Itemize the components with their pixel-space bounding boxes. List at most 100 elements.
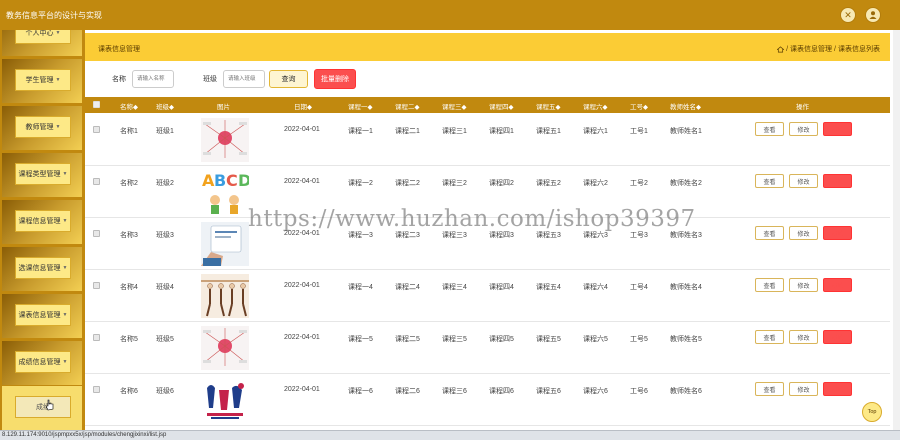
row-checkbox[interactable] [93, 334, 100, 341]
row-thumbnail [201, 326, 249, 370]
row-checkbox[interactable] [93, 230, 100, 237]
view-button[interactable]: 查看 [755, 226, 784, 240]
sidebar-item-timetable[interactable]: 课表信息管理 ▼ [2, 294, 82, 338]
status-bar: 8.129.11.174:9010/jspmpxx5x/jsp/modules/… [0, 430, 900, 440]
row-thumbnail [201, 274, 249, 318]
tools-icon[interactable]: ✕ [840, 7, 856, 23]
col-course5[interactable]: 课程五◆ [536, 101, 561, 111]
col-class[interactable]: 班级◆ [156, 101, 174, 111]
row-thumbnail: ABCD [201, 170, 249, 214]
vertical-scrollbar[interactable] [893, 30, 900, 430]
table-row: 名称5 班级5 2022-04-01 课程一5 课程二5 课程三5 课程四5 课… [85, 322, 890, 374]
user-icon[interactable] [865, 7, 881, 23]
cell-course4: 课程四2 [489, 180, 514, 187]
view-button[interactable]: 查看 [755, 278, 784, 292]
col-image: 图片 [217, 104, 230, 111]
col-course6[interactable]: 课程六◆ [583, 101, 608, 111]
view-button[interactable]: 查看 [755, 330, 784, 344]
cell-teacher: 教师姓名2 [670, 180, 702, 187]
select-all-checkbox[interactable] [93, 101, 100, 108]
query-button[interactable]: 查询 [269, 70, 308, 88]
app-title: 教务信息平台的设计与实现 [6, 11, 102, 20]
breadcrumb-level1[interactable]: 课表信息管理 [790, 44, 832, 54]
edit-button[interactable]: 修改 [789, 174, 818, 188]
sidebar-item-course-types[interactable]: 课程类型管理 ▼ [2, 153, 82, 197]
breadcrumb-bar: 课表信息管理 / 课表信息管理 / 课表信息列表 [85, 33, 890, 61]
col-course3[interactable]: 课程三◆ [442, 101, 467, 111]
cell-class: 班级2 [156, 180, 174, 187]
page-title: 课表信息管理 [98, 46, 140, 53]
cell-course1: 课程一2 [348, 180, 373, 187]
delete-button[interactable]: 删除 [823, 226, 852, 240]
row-checkbox[interactable] [93, 178, 100, 185]
svg-text:B: B [214, 171, 226, 190]
cell-course6: 课程六5 [583, 336, 608, 343]
cell-staff-no: 工号5 [630, 336, 648, 343]
col-name[interactable]: 名称◆ [120, 101, 138, 111]
cell-course3: 课程三5 [442, 336, 467, 343]
edit-button[interactable]: 修改 [789, 278, 818, 292]
name-search-input[interactable] [132, 70, 174, 88]
cell-class: 班级5 [156, 336, 174, 343]
sidebar: 个人中心 ▼ 学生管理 ▼ 教师管理 ▼ 课程类型管理 ▼ 课程信息管理 ▼ 选课信息管理… [0, 30, 85, 430]
class-search-input[interactable] [223, 70, 265, 88]
cell-date: 2022-04-01 [284, 334, 320, 341]
sidebar-item-grades-info[interactable]: 成绩信息管理 ▼ [2, 341, 82, 385]
delete-button[interactable]: 删除 [823, 278, 852, 292]
col-date[interactable]: 日期◆ [294, 101, 312, 111]
back-to-top-button[interactable]: Top [862, 402, 882, 422]
delete-button[interactable]: 删除 [823, 330, 852, 344]
row-checkbox[interactable] [93, 126, 100, 133]
edit-button[interactable]: 修改 [789, 226, 818, 240]
cell-course6: 课程六2 [583, 180, 608, 187]
cell-class: 班级3 [156, 232, 174, 239]
class-filter-label: 班级 [203, 76, 217, 83]
cell-course6: 课程六1 [583, 128, 608, 135]
cell-name: 名称3 [120, 232, 138, 239]
cell-course4: 课程四5 [489, 336, 514, 343]
row-checkbox[interactable] [93, 386, 100, 393]
cell-course3: 课程三4 [442, 284, 467, 291]
cell-teacher: 教师姓名4 [670, 284, 702, 291]
cell-class: 班级4 [156, 284, 174, 291]
sidebar-item-teachers[interactable]: 教师管理 ▼ [2, 106, 82, 150]
delete-button[interactable]: 删除 [823, 382, 852, 396]
col-course1[interactable]: 课程一◆ [348, 101, 373, 111]
cell-teacher: 教师姓名1 [670, 128, 702, 135]
row-thumbnail [201, 222, 249, 266]
name-filter: 名称 [112, 68, 174, 90]
cell-course5: 课程五2 [536, 180, 561, 187]
status-url: 8.129.11.174:9010/jspmpxx5x/jsp/modules/… [2, 432, 167, 438]
cell-course5: 课程五1 [536, 128, 561, 135]
sidebar-item-personal-center[interactable]: 个人中心 ▼ [2, 30, 82, 56]
cell-course2: 课程二1 [395, 128, 420, 135]
batch-delete-button[interactable]: 批量删除 [314, 69, 356, 89]
col-teacher-name[interactable]: 教师姓名◆ [670, 101, 701, 111]
edit-button[interactable]: 修改 [789, 122, 818, 136]
col-staff-no[interactable]: 工号◆ [630, 101, 648, 111]
edit-button[interactable]: 修改 [789, 382, 818, 396]
cell-course4: 课程四6 [489, 388, 514, 395]
watermark: https://www.huzhan.com/ishop39397 [248, 206, 696, 232]
cell-course5: 课程五4 [536, 284, 561, 291]
cell-course1: 课程一4 [348, 284, 373, 291]
delete-button[interactable]: 删除 [823, 122, 852, 136]
sidebar-item-course-selection[interactable]: 选课信息管理 ▼ [2, 247, 82, 291]
cell-course3: 课程三6 [442, 388, 467, 395]
view-button[interactable]: 查看 [755, 174, 784, 188]
cell-date: 2022-04-01 [284, 386, 320, 393]
col-actions: 操作 [796, 104, 809, 111]
cell-course6: 课程六6 [583, 388, 608, 395]
view-button[interactable]: 查看 [755, 382, 784, 396]
home-icon[interactable] [777, 45, 785, 53]
sidebar-item-course-info[interactable]: 课程信息管理 ▼ [2, 200, 82, 244]
sidebar-item-students[interactable]: 学生管理 ▼ [2, 59, 82, 103]
edit-button[interactable]: 修改 [789, 330, 818, 344]
hand-cursor-icon [45, 399, 54, 411]
row-checkbox[interactable] [93, 282, 100, 289]
col-course4[interactable]: 课程四◆ [489, 101, 514, 111]
delete-button[interactable]: 删除 [823, 174, 852, 188]
sidebar-item-grades[interactable]: 成绩 [2, 386, 82, 430]
view-button[interactable]: 查看 [755, 122, 784, 136]
col-course2[interactable]: 课程二◆ [395, 101, 420, 111]
